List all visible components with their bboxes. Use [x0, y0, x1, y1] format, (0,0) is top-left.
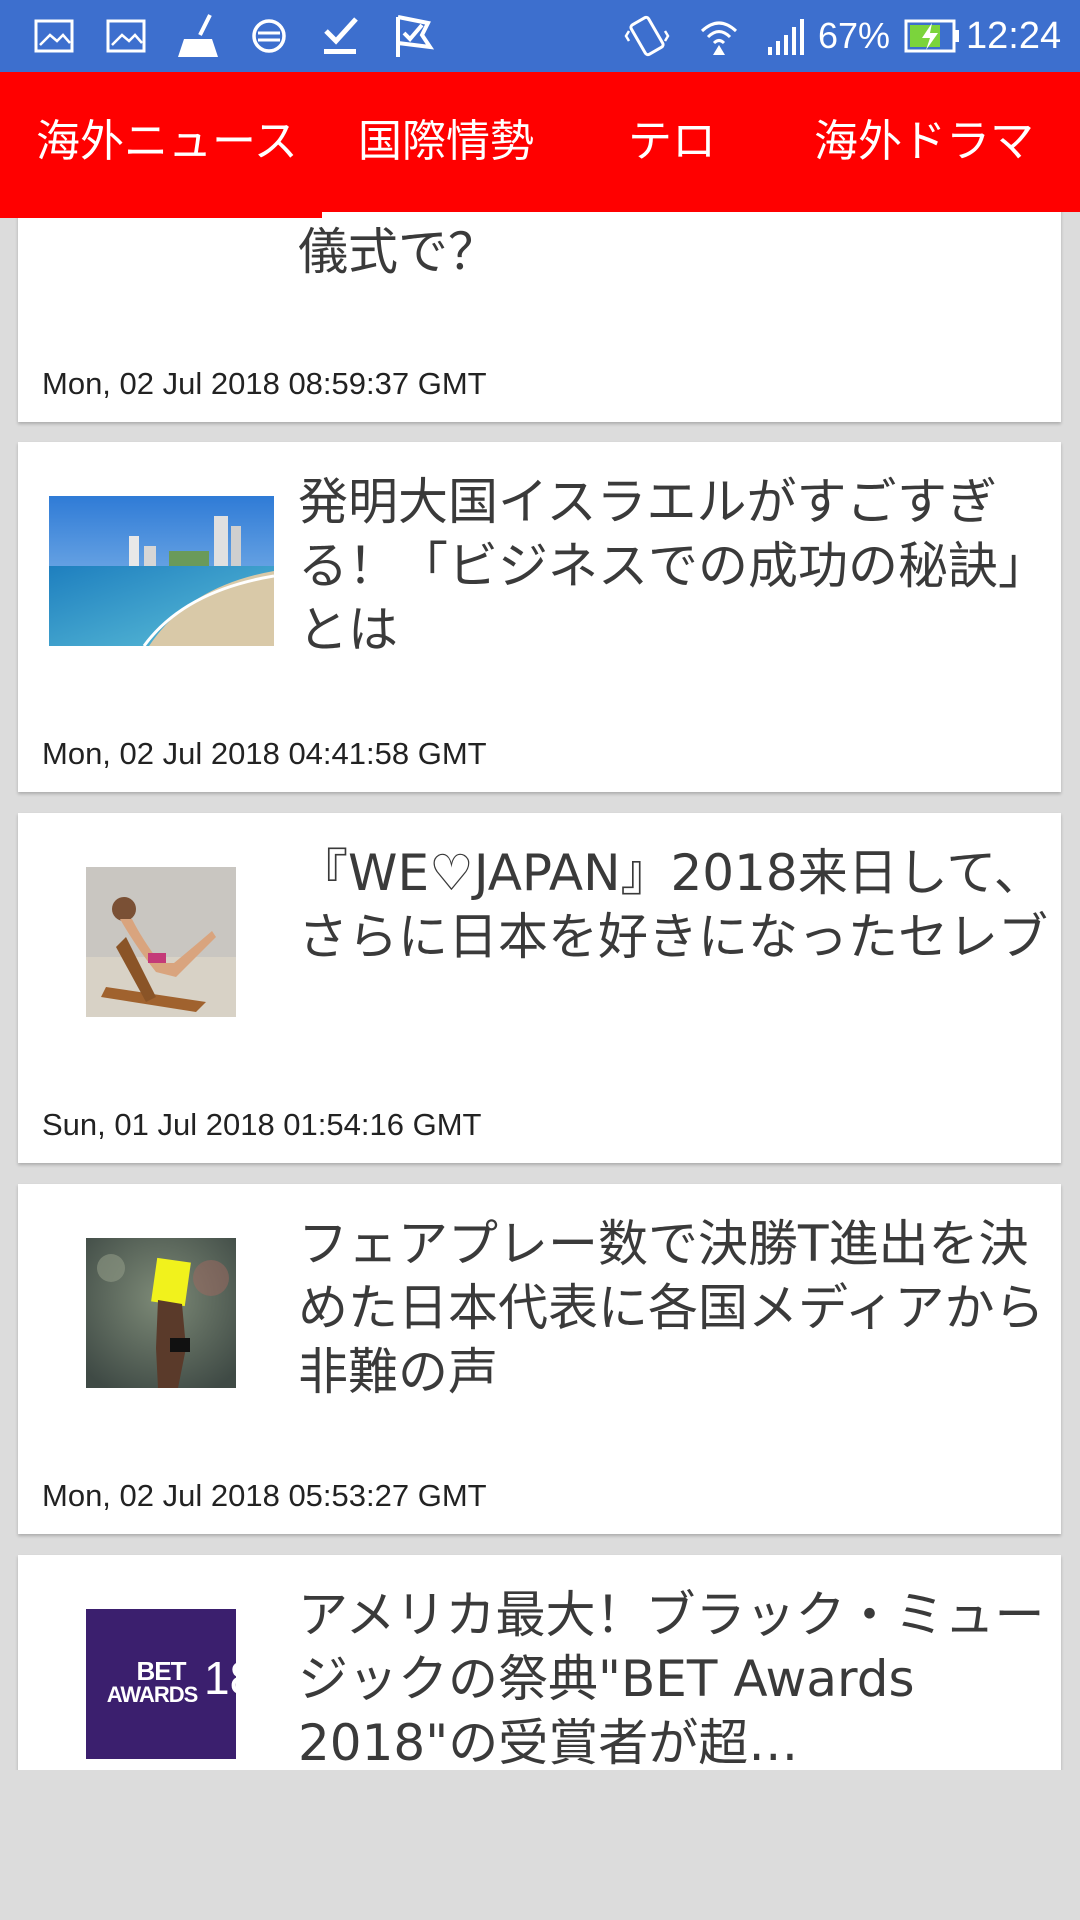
article-thumbnail [86, 1238, 236, 1388]
status-bar: 67% 12:24 [0, 0, 1080, 72]
checkmark-flag-icon [396, 15, 435, 57]
article-title[interactable]: 『WE♡JAPAN』2018来日して、さらに日本を好きになったセレブ [298, 841, 1050, 969]
article-date: Mon, 02 Jul 2018 05:53:27 GMT [42, 1478, 487, 1513]
article-date: Mon, 02 Jul 2018 04:41:58 GMT [42, 736, 487, 771]
sync-icon [252, 19, 286, 53]
battery-charging-icon [904, 19, 959, 53]
news-card[interactable]: 『WE♡JAPAN』2018来日して、さらに日本を好きになったセレブ Sun, … [18, 813, 1061, 1163]
broom-icon [178, 14, 218, 57]
article-title[interactable]: フェアプレー数で決勝T進出を決めた日本代表に各国メディアから非難の声 [298, 1212, 1050, 1404]
news-card[interactable]: 発明大国イスラエルがすごすぎる！「ビジネスでの成功の秘訣」とは Mon, 02 … [18, 442, 1061, 792]
article-thumbnail: BET AWARDS 18 [86, 1609, 236, 1759]
article-date: Mon, 02 Jul 2018 08:59:37 GMT [42, 366, 487, 401]
bet-year-text: 18 [204, 1652, 236, 1704]
tab-terrorism[interactable]: テロ [628, 72, 716, 212]
battery-percent: 67% [818, 15, 891, 56]
gallery-icon [106, 19, 146, 53]
vibrate-icon [624, 15, 670, 57]
clock: 12:24 [966, 15, 1062, 57]
article-title[interactable]: アメリカ最大！ブラック・ミュージックの祭典"BET Awards 2018"の受… [298, 1583, 1050, 1770]
news-list[interactable]: 一家11人が死亡…神秘主義的な儀式で？ Mon, 02 Jul 2018 08:… [0, 72, 1080, 1770]
gallery-icon [34, 19, 74, 53]
article-title[interactable]: 発明大国イスラエルがすごすぎる！「ビジネスでの成功の秘訣」とは [298, 470, 1050, 662]
article-thumbnail [49, 496, 274, 646]
download-done-icon [324, 17, 358, 54]
article-thumbnail [86, 867, 236, 1017]
news-card[interactable]: フェアプレー数で決勝T進出を決めた日本代表に各国メディアから非難の声 Mon, … [18, 1184, 1061, 1534]
tab-overseas-news[interactable]: 海外ニュース [36, 72, 298, 212]
article-date: Sun, 01 Jul 2018 01:54:16 GMT [42, 1107, 482, 1142]
news-card[interactable]: BET AWARDS 18 アメリカ最大！ブラック・ミュージックの祭典"BET … [18, 1555, 1061, 1770]
tab-overseas-drama[interactable]: 海外ドラマ [814, 72, 1034, 212]
tab-international-affairs[interactable]: 国際情勢 [358, 72, 534, 212]
signal-icon [768, 19, 804, 55]
selected-tab-indicator [0, 212, 322, 218]
category-tab-bar: 海外ニュース 国際情勢 テロ 海外ドラマ [0, 72, 1080, 218]
wifi-icon [700, 21, 738, 55]
